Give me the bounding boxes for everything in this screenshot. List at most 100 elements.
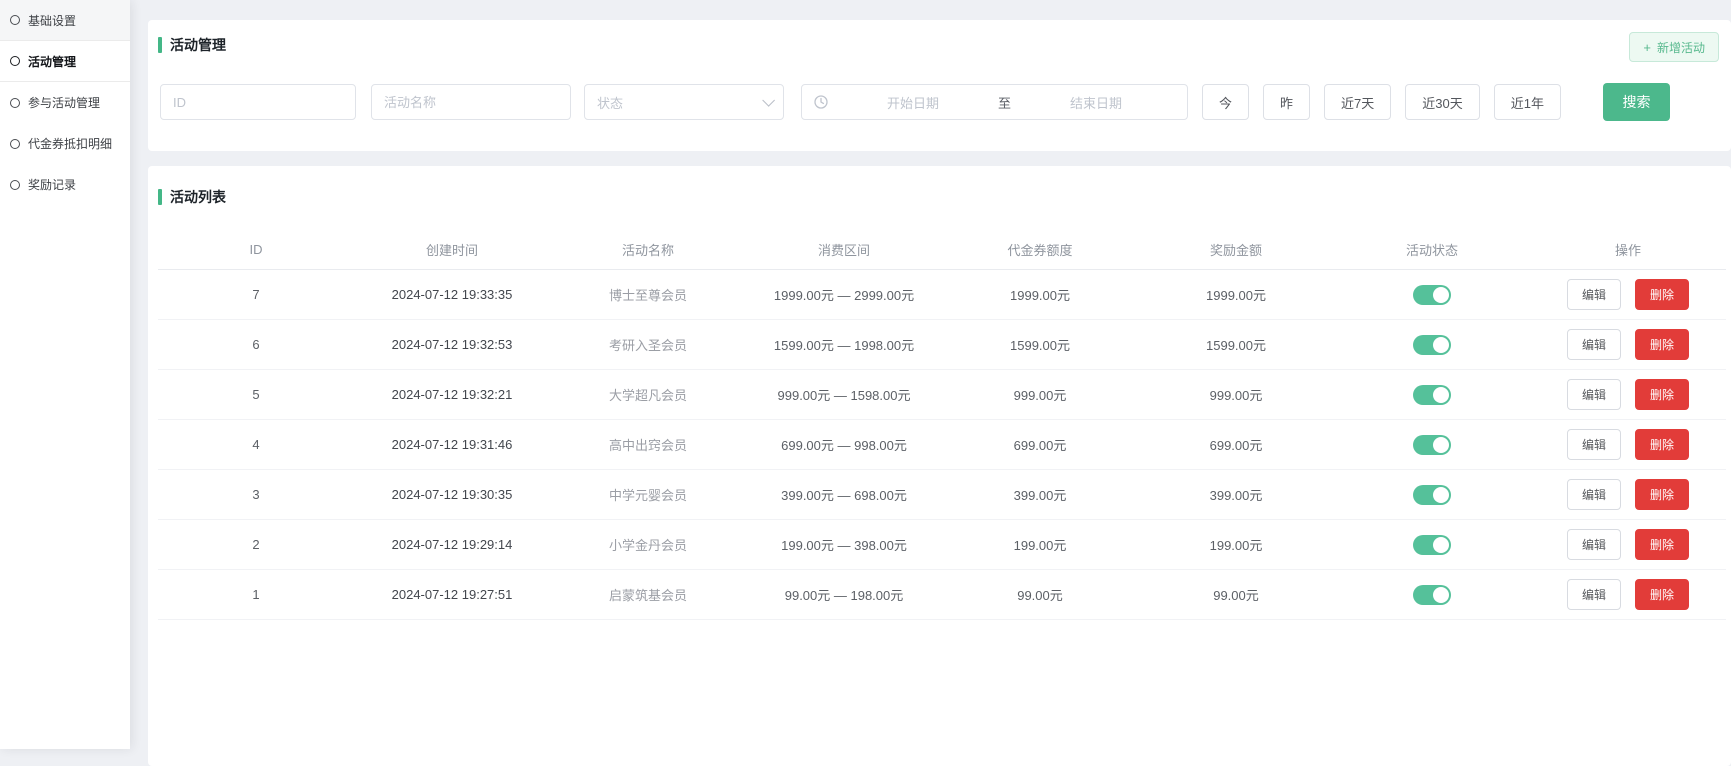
circle-icon <box>10 15 20 25</box>
title-accent-bar <box>158 189 162 205</box>
quick-date-buttons: 今 昨 近7天 近30天 近1年 <box>1202 84 1561 120</box>
table-row: 1 2024-07-12 19:27:51 启蒙筑基会员 99.00元 — 19… <box>158 570 1726 620</box>
status-toggle[interactable] <box>1413 535 1451 555</box>
circle-icon <box>10 139 20 149</box>
cell-voucher-amount: 399.00元 <box>942 485 1138 504</box>
status-select[interactable]: 状态 <box>584 84 784 120</box>
edit-button[interactable]: 编辑 <box>1567 579 1621 610</box>
cell-activity-name: 中学元婴会员 <box>550 485 746 504</box>
cell-id: 6 <box>158 337 354 352</box>
status-toggle[interactable] <box>1413 385 1451 405</box>
edit-button[interactable]: 编辑 <box>1567 429 1621 460</box>
edit-button[interactable]: 编辑 <box>1567 329 1621 360</box>
status-toggle[interactable] <box>1413 285 1451 305</box>
toggle-knob <box>1433 287 1449 303</box>
activity-table: ID创建时间活动名称消费区间代金券额度奖励金额活动状态操作 7 2024-07-… <box>158 230 1726 620</box>
cell-voucher-amount: 1599.00元 <box>942 335 1138 354</box>
delete-button[interactable]: 删除 <box>1635 479 1689 510</box>
sidebar-item-label: 参与活动管理 <box>28 94 100 111</box>
table-row: 5 2024-07-12 19:32:21 大学超凡会员 999.00元 — 1… <box>158 370 1726 420</box>
table-header-row: ID创建时间活动名称消费区间代金券额度奖励金额活动状态操作 <box>158 230 1726 270</box>
column-header: 活动名称 <box>550 240 746 259</box>
circle-icon <box>10 180 20 190</box>
cell-created-time: 2024-07-12 19:29:14 <box>354 537 550 552</box>
sidebar-item-label: 代金券抵扣明细 <box>28 135 112 152</box>
cell-created-time: 2024-07-12 19:27:51 <box>354 587 550 602</box>
add-activity-button[interactable]: + 新增活动 <box>1629 32 1719 62</box>
delete-button[interactable]: 删除 <box>1635 579 1689 610</box>
toggle-knob <box>1433 587 1449 603</box>
edit-button[interactable]: 编辑 <box>1567 279 1621 310</box>
delete-button[interactable]: 删除 <box>1635 329 1689 360</box>
cell-created-time: 2024-07-12 19:32:21 <box>354 387 550 402</box>
cell-reward-amount: 199.00元 <box>1138 535 1334 554</box>
sidebar-item-奖励记录[interactable]: 奖励记录 <box>0 164 130 205</box>
cell-id: 2 <box>158 537 354 552</box>
panel-title: 活动列表 <box>170 187 226 207</box>
sidebar-item-参与活动管理[interactable]: 参与活动管理 <box>0 82 130 123</box>
sidebar-item-代金券抵扣明细[interactable]: 代金券抵扣明细 <box>0 123 130 164</box>
circle-icon <box>10 56 20 66</box>
delete-button[interactable]: 删除 <box>1635 429 1689 460</box>
cell-voucher-amount: 999.00元 <box>942 385 1138 404</box>
sidebar-item-label: 奖励记录 <box>28 176 76 193</box>
status-toggle[interactable] <box>1413 585 1451 605</box>
activity-name-filter-input[interactable] <box>371 84 571 120</box>
cell-consume-range: 699.00元 — 998.00元 <box>746 435 942 454</box>
column-header: 代金券额度 <box>942 240 1138 259</box>
sidebar-item-活动管理[interactable]: 活动管理 <box>0 41 130 82</box>
start-date-placeholder[interactable]: 开始日期 <box>834 93 992 112</box>
cell-reward-amount: 399.00元 <box>1138 485 1334 504</box>
cell-voucher-amount: 199.00元 <box>942 535 1138 554</box>
quick-date-button[interactable]: 近7天 <box>1324 84 1391 120</box>
delete-button[interactable]: 删除 <box>1635 279 1689 310</box>
sidebar-item-基础设置[interactable]: 基础设置 <box>0 0 130 41</box>
search-button[interactable]: 搜索 <box>1603 83 1670 121</box>
cell-created-time: 2024-07-12 19:30:35 <box>354 487 550 502</box>
column-header: 奖励金额 <box>1138 240 1334 259</box>
cell-activity-name: 启蒙筑基会员 <box>550 585 746 604</box>
chevron-down-icon <box>762 94 775 107</box>
table-row: 3 2024-07-12 19:30:35 中学元婴会员 399.00元 — 6… <box>158 470 1726 520</box>
quick-date-button[interactable]: 近1年 <box>1494 84 1561 120</box>
toggle-knob <box>1433 337 1449 353</box>
quick-date-button[interactable]: 近30天 <box>1405 84 1479 120</box>
cell-id: 1 <box>158 587 354 602</box>
column-header: 消费区间 <box>746 240 942 259</box>
status-toggle[interactable] <box>1413 435 1451 455</box>
status-toggle[interactable] <box>1413 485 1451 505</box>
edit-button[interactable]: 编辑 <box>1567 529 1621 560</box>
cell-reward-amount: 1599.00元 <box>1138 335 1334 354</box>
end-date-placeholder[interactable]: 结束日期 <box>1017 93 1175 112</box>
cell-reward-amount: 99.00元 <box>1138 585 1334 604</box>
table-row: 7 2024-07-12 19:33:35 博士至尊会员 1999.00元 — … <box>158 270 1726 320</box>
delete-button[interactable]: 删除 <box>1635 379 1689 410</box>
table-row: 2 2024-07-12 19:29:14 小学金丹会员 199.00元 — 3… <box>158 520 1726 570</box>
column-header: 活动状态 <box>1334 240 1530 259</box>
activity-filter-panel: 活动管理 + 新增活动 状态 开始日期 至 结束日期 今 昨 近7天 近30天 … <box>148 20 1731 151</box>
toggle-knob <box>1433 437 1449 453</box>
quick-date-button[interactable]: 今 <box>1202 84 1249 120</box>
column-header: 操作 <box>1530 240 1726 259</box>
date-range-picker[interactable]: 开始日期 至 结束日期 <box>801 84 1188 120</box>
cell-consume-range: 199.00元 — 398.00元 <box>746 535 942 554</box>
cell-reward-amount: 699.00元 <box>1138 435 1334 454</box>
edit-button[interactable]: 编辑 <box>1567 379 1621 410</box>
id-filter-input[interactable] <box>160 84 356 120</box>
quick-date-button[interactable]: 昨 <box>1263 84 1310 120</box>
cell-consume-range: 1599.00元 — 1998.00元 <box>746 335 942 354</box>
table-body: 7 2024-07-12 19:33:35 博士至尊会员 1999.00元 — … <box>158 270 1726 620</box>
cell-consume-range: 1999.00元 — 2999.00元 <box>746 285 942 304</box>
toggle-knob <box>1433 537 1449 553</box>
table-row: 6 2024-07-12 19:32:53 考研入圣会员 1599.00元 — … <box>158 320 1726 370</box>
cell-activity-name: 大学超凡会员 <box>550 385 746 404</box>
status-toggle[interactable] <box>1413 335 1451 355</box>
status-select-placeholder: 状态 <box>597 93 762 112</box>
cell-id: 4 <box>158 437 354 452</box>
cell-voucher-amount: 1999.00元 <box>942 285 1138 304</box>
delete-button[interactable]: 删除 <box>1635 529 1689 560</box>
edit-button[interactable]: 编辑 <box>1567 479 1621 510</box>
cell-activity-name: 博士至尊会员 <box>550 285 746 304</box>
sidebar-item-label: 基础设置 <box>28 12 76 29</box>
cell-id: 5 <box>158 387 354 402</box>
